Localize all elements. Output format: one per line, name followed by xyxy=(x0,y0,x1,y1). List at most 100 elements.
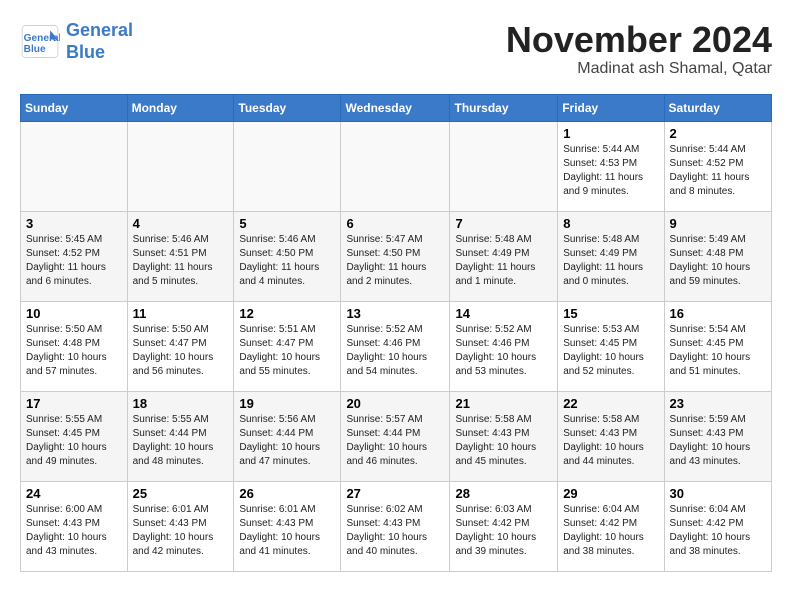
calendar-cell: 22Sunrise: 5:58 AM Sunset: 4:43 PM Dayli… xyxy=(558,391,664,481)
calendar-cell: 11 Sunrise: 5:50 AM Sunset: 4:47 PM Dayli… xyxy=(127,301,234,391)
day-number: 15 xyxy=(563,306,658,321)
calendar-week-2: 10Sunrise: 5:50 AM Sunset: 4:48 PM Dayli… xyxy=(21,301,772,391)
calendar-cell: 23 Sunrise: 5:59 AM Sunset: 4:43 PM Dayli… xyxy=(664,391,771,481)
calendar-cell: 29 Sunrise: 6:04 AM Sunset: 4:42 PM Dayli… xyxy=(558,481,664,571)
title-block: November 2024 Madinat ash Shamal, Qatar xyxy=(506,20,772,78)
day-info: Sunrise: 5:45 AM Sunset: 4:52 PM Dayligh… xyxy=(26,233,122,289)
calendar-cell xyxy=(127,121,234,211)
day-info: Sunrise: 5:52 AM Sunset: 4:46 PM Dayligh… xyxy=(455,323,552,379)
calendar-cell: 21 Sunrise: 5:58 AM Sunset: 4:43 PM Dayli… xyxy=(450,391,558,481)
day-info: Sunrise: 5:55 AM Sunset: 4:44 PM Dayligh… xyxy=(133,413,229,469)
day-number: 13 xyxy=(346,306,444,321)
day-info: Sunrise: 5:52 AM Sunset: 4:46 PM Dayligh… xyxy=(346,323,444,379)
calendar-cell: 16 Sunrise: 5:54 AM Sunset: 4:45 PM Dayli… xyxy=(664,301,771,391)
calendar-cell: 17 Sunrise: 5:55 AM Sunset: 4:45 PM Dayli… xyxy=(21,391,128,481)
calendar-cell: 8 Sunrise: 5:48 AM Sunset: 4:49 PM Daylig… xyxy=(558,211,664,301)
day-info: Sunrise: 6:01 AM Sunset: 4:43 PM Dayligh… xyxy=(133,503,229,559)
day-number: 16 xyxy=(670,306,766,321)
logo: General Blue General Blue xyxy=(20,20,133,63)
calendar-cell: 6Sunrise: 5:47 AM Sunset: 4:50 PM Daylig… xyxy=(341,211,450,301)
calendar-cell: 28Sunrise: 6:03 AM Sunset: 4:42 PM Dayli… xyxy=(450,481,558,571)
day-info: Sunrise: 6:01 AM Sunset: 4:43 PM Dayligh… xyxy=(239,503,335,559)
calendar-cell: 5 Sunrise: 5:46 AM Sunset: 4:50 PM Daylig… xyxy=(234,211,341,301)
day-number: 12 xyxy=(239,306,335,321)
day-number: 6 xyxy=(346,216,444,231)
day-number: 2 xyxy=(670,126,766,141)
location-title: Madinat ash Shamal, Qatar xyxy=(506,60,772,78)
day-info: Sunrise: 5:49 AM Sunset: 4:48 PM Dayligh… xyxy=(670,233,766,289)
month-title: November 2024 xyxy=(506,20,772,60)
day-info: Sunrise: 5:51 AM Sunset: 4:47 PM Dayligh… xyxy=(239,323,335,379)
day-info: Sunrise: 5:44 AM Sunset: 4:52 PM Dayligh… xyxy=(670,143,766,199)
day-info: Sunrise: 5:46 AM Sunset: 4:51 PM Dayligh… xyxy=(133,233,229,289)
day-info: Sunrise: 6:04 AM Sunset: 4:42 PM Dayligh… xyxy=(563,503,658,559)
calendar-header-row: SundayMondayTuesdayWednesdayThursdayFrid… xyxy=(21,94,772,121)
calendar-cell: 26 Sunrise: 6:01 AM Sunset: 4:43 PM Dayli… xyxy=(234,481,341,571)
calendar-cell xyxy=(341,121,450,211)
day-info: Sunrise: 5:58 AM Sunset: 4:43 PM Dayligh… xyxy=(455,413,552,469)
day-info: Sunrise: 5:46 AM Sunset: 4:50 PM Dayligh… xyxy=(239,233,335,289)
day-number: 19 xyxy=(239,396,335,411)
day-number: 17 xyxy=(26,396,122,411)
weekday-header-thursday: Thursday xyxy=(450,94,558,121)
day-info: Sunrise: 6:04 AM Sunset: 4:42 PM Dayligh… xyxy=(670,503,766,559)
calendar-week-4: 24 Sunrise: 6:00 AM Sunset: 4:43 PM Dayli… xyxy=(21,481,772,571)
day-info: Sunrise: 5:58 AM Sunset: 4:43 PM Dayligh… xyxy=(563,413,658,469)
day-info: Sunrise: 5:44 AM Sunset: 4:53 PM Dayligh… xyxy=(563,143,658,199)
weekday-header-monday: Monday xyxy=(127,94,234,121)
day-number: 28 xyxy=(455,486,552,501)
calendar-cell: 1 Sunrise: 5:44 AM Sunset: 4:53 PM Daylig… xyxy=(558,121,664,211)
day-number: 10 xyxy=(26,306,122,321)
day-info: Sunrise: 5:56 AM Sunset: 4:44 PM Dayligh… xyxy=(239,413,335,469)
calendar-cell: 13 Sunrise: 5:52 AM Sunset: 4:46 PM Dayli… xyxy=(341,301,450,391)
calendar-cell xyxy=(234,121,341,211)
day-number: 5 xyxy=(239,216,335,231)
calendar-cell: 30 Sunrise: 6:04 AM Sunset: 4:42 PM Dayli… xyxy=(664,481,771,571)
day-number: 29 xyxy=(563,486,658,501)
day-number: 20 xyxy=(346,396,444,411)
calendar-cell: 14 Sunrise: 5:52 AM Sunset: 4:46 PM Dayli… xyxy=(450,301,558,391)
day-number: 30 xyxy=(670,486,766,501)
day-info: Sunrise: 5:55 AM Sunset: 4:45 PM Dayligh… xyxy=(26,413,122,469)
day-number: 21 xyxy=(455,396,552,411)
day-info: Sunrise: 5:57 AM Sunset: 4:44 PM Dayligh… xyxy=(346,413,444,469)
day-info: Sunrise: 5:50 AM Sunset: 4:47 PM Dayligh… xyxy=(133,323,229,379)
calendar-cell: 18 Sunrise: 5:55 AM Sunset: 4:44 PM Dayli… xyxy=(127,391,234,481)
day-number: 1 xyxy=(563,126,658,141)
day-info: Sunrise: 5:59 AM Sunset: 4:43 PM Dayligh… xyxy=(670,413,766,469)
calendar-cell: 3 Sunrise: 5:45 AM Sunset: 4:52 PM Daylig… xyxy=(21,211,128,301)
day-number: 9 xyxy=(670,216,766,231)
day-number: 7 xyxy=(455,216,552,231)
day-number: 26 xyxy=(239,486,335,501)
day-info: Sunrise: 6:00 AM Sunset: 4:43 PM Dayligh… xyxy=(26,503,122,559)
calendar-cell: 12 Sunrise: 5:51 AM Sunset: 4:47 PM Dayli… xyxy=(234,301,341,391)
weekday-header-sunday: Sunday xyxy=(21,94,128,121)
day-number: 14 xyxy=(455,306,552,321)
calendar-cell: 4Sunrise: 5:46 AM Sunset: 4:51 PM Daylig… xyxy=(127,211,234,301)
day-info: Sunrise: 5:48 AM Sunset: 4:49 PM Dayligh… xyxy=(563,233,658,289)
page-header: General Blue General Blue November 2024 … xyxy=(20,20,772,78)
calendar-cell: 19 Sunrise: 5:56 AM Sunset: 4:44 PM Dayli… xyxy=(234,391,341,481)
day-number: 11 xyxy=(133,306,229,321)
calendar-cell: 7Sunrise: 5:48 AM Sunset: 4:49 PM Daylig… xyxy=(450,211,558,301)
calendar-cell: 2 Sunrise: 5:44 AM Sunset: 4:52 PM Daylig… xyxy=(664,121,771,211)
weekday-header-wednesday: Wednesday xyxy=(341,94,450,121)
day-number: 8 xyxy=(563,216,658,231)
day-number: 18 xyxy=(133,396,229,411)
calendar-cell: 20 Sunrise: 5:57 AM Sunset: 4:44 PM Dayli… xyxy=(341,391,450,481)
weekday-header-friday: Friday xyxy=(558,94,664,121)
day-number: 24 xyxy=(26,486,122,501)
calendar-cell xyxy=(450,121,558,211)
weekday-header-saturday: Saturday xyxy=(664,94,771,121)
calendar-cell: 15Sunrise: 5:53 AM Sunset: 4:45 PM Dayli… xyxy=(558,301,664,391)
calendar-cell: 10Sunrise: 5:50 AM Sunset: 4:48 PM Dayli… xyxy=(21,301,128,391)
day-number: 23 xyxy=(670,396,766,411)
calendar-week-0: 1 Sunrise: 5:44 AM Sunset: 4:53 PM Daylig… xyxy=(21,121,772,211)
logo-icon: General Blue xyxy=(20,24,60,59)
weekday-header-tuesday: Tuesday xyxy=(234,94,341,121)
day-info: Sunrise: 5:54 AM Sunset: 4:45 PM Dayligh… xyxy=(670,323,766,379)
calendar-cell: 27Sunrise: 6:02 AM Sunset: 4:43 PM Dayli… xyxy=(341,481,450,571)
day-number: 3 xyxy=(26,216,122,231)
calendar-week-3: 17 Sunrise: 5:55 AM Sunset: 4:45 PM Dayli… xyxy=(21,391,772,481)
day-info: Sunrise: 6:02 AM Sunset: 4:43 PM Dayligh… xyxy=(346,503,444,559)
